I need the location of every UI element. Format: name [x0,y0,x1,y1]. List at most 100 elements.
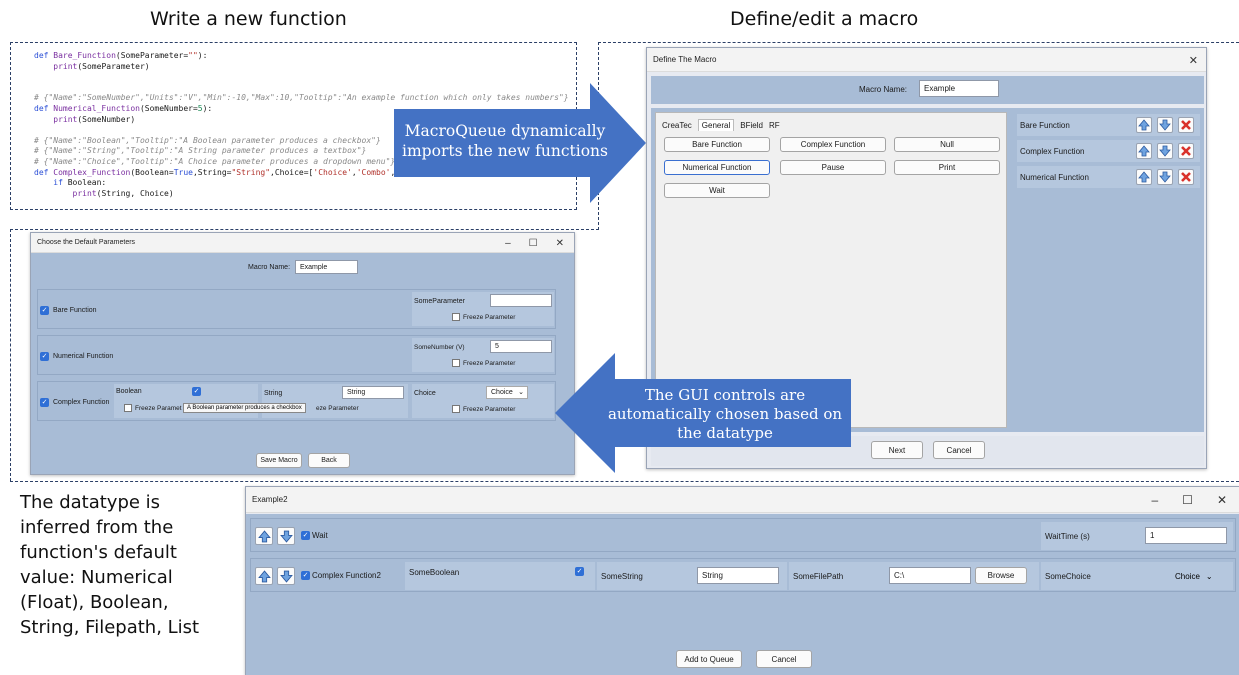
function-print-button[interactable]: Print [894,160,1000,175]
function-bare-button[interactable]: Bare Function [664,137,770,152]
divider-top-right [598,42,1239,43]
some-boolean-checkbox[interactable]: ✓ [575,567,584,576]
divider-bottom [10,481,1239,482]
move-down-icon[interactable] [1157,143,1173,159]
tab-general[interactable]: General [697,119,735,131]
move-down-icon[interactable] [1157,169,1173,185]
close-icon[interactable]: ✕ [1217,493,1227,507]
checkbox-checked[interactable]: ✓ [301,571,310,580]
browse-button[interactable]: Browse [975,567,1027,584]
default-params-window: Choose the Default Parameters – ☐ ✕ Macr… [30,232,575,475]
tab-createc[interactable]: CreaTec [662,121,692,130]
some-choice-dropdown[interactable]: Choice ⌄ [1171,568,1227,584]
code-token: if [53,178,68,188]
checkbox-unchecked[interactable] [124,404,132,412]
move-down-icon[interactable] [1157,117,1173,133]
checkbox-unchecked[interactable] [452,313,460,321]
move-up-icon[interactable] [1136,143,1152,159]
save-macro-button[interactable]: Save Macro [256,453,302,468]
checkbox-checked[interactable]: ✓ [40,352,49,361]
checkbox-unchecked[interactable] [452,405,460,413]
checkbox-checked[interactable]: ✓ [301,531,310,540]
string-input[interactable]: String [342,386,404,399]
tab-rf[interactable]: RF [769,121,780,130]
code-token: 'Combo' [356,167,391,177]
numerical-function-row: ✓ Numerical Function SomeNumber (V) 5 Fr… [37,335,556,375]
minimize-icon[interactable]: – [505,238,511,249]
back-button[interactable]: Back [308,453,350,468]
delete-icon[interactable] [1178,143,1194,159]
some-boolean-box: SomeBoolean ✓ [405,562,595,590]
move-up-icon[interactable] [255,567,273,585]
some-number-label: SomeNumber (V) [414,344,465,351]
datatype-caption: The datatype is inferred from the functi… [20,490,242,640]
some-choice-label: SomeChoice [1045,572,1091,581]
function-pause-button[interactable]: Pause [780,160,886,175]
move-down-icon[interactable] [277,567,295,585]
function-numerical-button[interactable]: Numerical Function [664,160,770,175]
move-down-icon[interactable] [277,527,295,545]
maximize-icon[interactable]: ☐ [1182,493,1193,507]
caption-line: inferred from the [20,517,174,538]
move-up-icon[interactable] [1136,169,1152,185]
some-parameter-input[interactable] [490,294,552,307]
arrow-right-text: MacroQueue dynamically imports the new f… [402,122,608,160]
code-token: (String, Choice) [96,188,174,198]
move-up-icon[interactable] [255,527,273,545]
add-to-queue-button[interactable]: Add to Queue [676,650,742,668]
function-null-button[interactable]: Null [894,137,1000,152]
next-button[interactable]: Next [871,441,923,459]
function-complex-button[interactable]: Complex Function [780,137,886,152]
caption-line: function's default [20,542,177,563]
code-token: Numerical_Function [53,103,140,113]
tab-strip: CreaTec General BField RF [662,119,780,131]
queue-item-label: Numerical Function [1020,173,1089,182]
checkbox-unchecked[interactable] [452,359,460,367]
code-token: "String" [231,167,271,177]
close-icon[interactable]: ✕ [1189,54,1198,67]
queue-item: Bare Function [1017,114,1200,136]
close-icon[interactable]: ✕ [556,238,564,249]
example2-body: ✓ Wait WaitTime (s) 1 ✓ Complex Function… [246,514,1239,675]
code-token: def [34,167,54,177]
arrow-left: The GUI controls are automatically chose… [555,353,851,473]
choice-value: Choice [491,389,513,396]
freeze-parameter-label: Freeze Paramet [135,404,182,412]
checkbox-checked[interactable]: ✓ [40,306,49,315]
code-token: print [53,114,78,124]
move-up-icon[interactable] [1136,117,1152,133]
cancel-button[interactable]: Cancel [933,441,985,459]
code-token: ,String= [192,167,232,177]
checkbox-checked[interactable]: ✓ [40,398,49,407]
code-token: ): [197,51,208,60]
some-string-label: SomeString [601,572,643,581]
code-token: Boolean: [67,178,107,188]
some-number-input[interactable]: 5 [490,340,552,353]
choice-dropdown[interactable]: Choice ⌄ [486,386,528,399]
minimize-icon[interactable]: – [1151,493,1158,507]
macro-name-input[interactable]: Example [919,80,999,97]
macro-name-input[interactable]: Example [295,260,358,274]
divider-left [10,229,11,481]
freeze-parameter-label: Freeze Parameter [463,359,516,367]
queue-item: Complex Function [1017,140,1200,162]
some-filepath-label: SomeFilePath [793,572,844,581]
string-label: String [264,390,283,397]
some-filepath-input[interactable]: C:\ [889,567,971,584]
some-parameter-box: SomeParameter Freeze Parameter [412,292,554,326]
some-string-input[interactable]: String [697,567,779,584]
maximize-icon[interactable]: ☐ [529,238,538,249]
boolean-checkbox[interactable]: ✓ [192,387,201,396]
code-token: # {"Name":"Choice","Tooltip":"A Choice p… [34,156,396,166]
tab-bfield[interactable]: BField [740,121,763,130]
function-wait-button[interactable]: Wait [664,183,770,198]
cancel-button[interactable]: Cancel [756,650,812,668]
delete-icon[interactable] [1178,117,1194,133]
delete-icon[interactable] [1178,169,1194,185]
wait-time-input[interactable]: 1 [1145,527,1227,544]
